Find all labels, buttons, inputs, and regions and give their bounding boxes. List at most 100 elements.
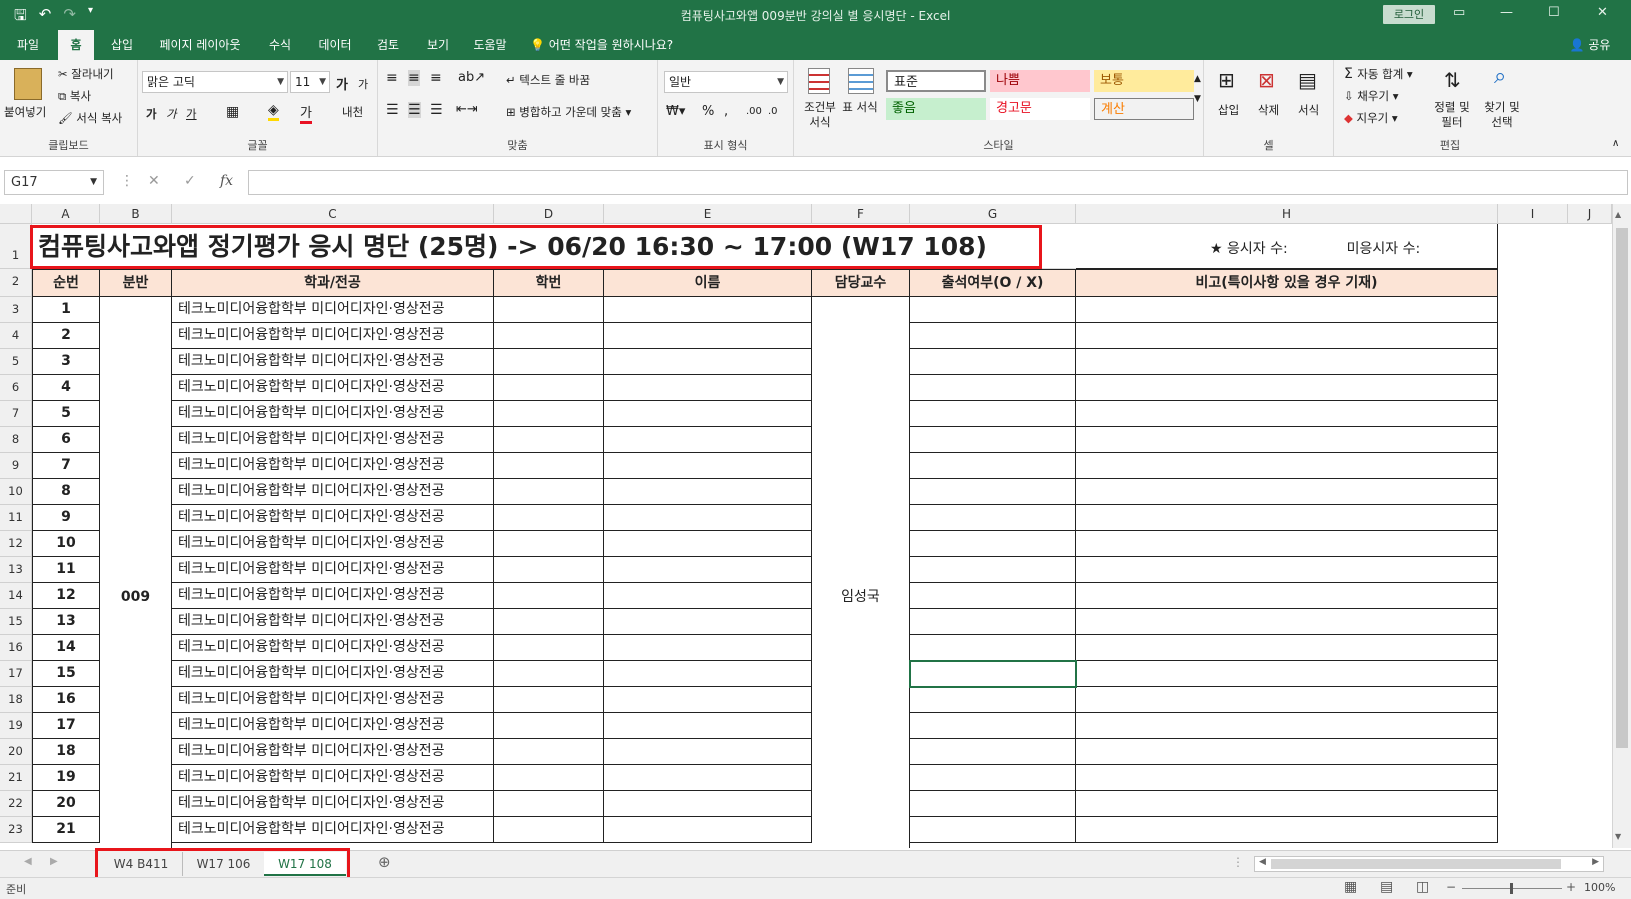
major-cell[interactable]: 테크노미디어융합학부 미디어디자인·영상전공 bbox=[172, 505, 494, 531]
seq-cell[interactable]: 15 bbox=[32, 661, 100, 687]
remarks-cell[interactable] bbox=[1076, 323, 1498, 349]
header-section[interactable]: 분반 bbox=[100, 269, 172, 297]
insert-cells-button[interactable]: 삽입 bbox=[1218, 102, 1239, 118]
seq-cell[interactable]: 2 bbox=[32, 323, 100, 349]
row-header[interactable]: 3 bbox=[0, 297, 32, 323]
zoom-level[interactable]: 100% bbox=[1584, 881, 1615, 894]
remarks-cell[interactable] bbox=[1076, 297, 1498, 323]
student-id-cell[interactable] bbox=[494, 479, 604, 505]
seq-cell[interactable]: 8 bbox=[32, 479, 100, 505]
header-name[interactable]: 이름 bbox=[604, 269, 812, 297]
name-cell[interactable] bbox=[604, 297, 812, 323]
row-header[interactable]: 16 bbox=[0, 635, 32, 661]
font-color-icon[interactable]: 가 bbox=[300, 102, 312, 124]
student-id-cell[interactable] bbox=[494, 375, 604, 401]
seq-cell[interactable]: 14 bbox=[32, 635, 100, 661]
column-header-a[interactable]: A bbox=[32, 204, 100, 224]
remarks-cell[interactable] bbox=[1076, 427, 1498, 453]
name-cell[interactable] bbox=[604, 349, 812, 375]
major-cell[interactable]: 테크노미디어융합학부 미디어디자인·영상전공 bbox=[172, 453, 494, 479]
remarks-cell[interactable] bbox=[1076, 505, 1498, 531]
remarks-cell[interactable] bbox=[1076, 375, 1498, 401]
select-all-corner[interactable] bbox=[0, 204, 32, 224]
delete-cells-icon[interactable]: ⊠ bbox=[1258, 68, 1275, 92]
login-button[interactable]: 로그인 bbox=[1383, 5, 1435, 24]
student-id-cell[interactable] bbox=[494, 687, 604, 713]
name-cell[interactable] bbox=[604, 635, 812, 661]
major-cell[interactable]: 테크노미디어융합학부 미디어디자인·영상전공 bbox=[172, 323, 494, 349]
row-header[interactable]: 12 bbox=[0, 531, 32, 557]
align-bottom-icon[interactable]: ≡ bbox=[430, 70, 442, 86]
attendance-cell[interactable] bbox=[910, 505, 1076, 531]
split-handle-icon[interactable]: ⋮ bbox=[1232, 855, 1244, 869]
attendance-cell[interactable] bbox=[910, 557, 1076, 583]
hscroll-thumb[interactable] bbox=[1271, 859, 1561, 869]
format-cells-icon[interactable]: ▤ bbox=[1298, 68, 1317, 92]
attendance-cell[interactable] bbox=[910, 609, 1076, 635]
attendance-cell[interactable] bbox=[910, 817, 1076, 843]
header-student-id[interactable]: 학번 bbox=[494, 269, 604, 297]
student-id-cell[interactable] bbox=[494, 817, 604, 843]
style-warning[interactable]: 경고문 bbox=[990, 98, 1090, 120]
enter-icon[interactable]: ✓ bbox=[184, 173, 196, 189]
header-seq[interactable]: 순번 bbox=[32, 269, 100, 297]
decrease-font-icon[interactable]: 가 bbox=[358, 76, 368, 92]
scrollbar-thumb[interactable] bbox=[1616, 228, 1628, 748]
currency-icon[interactable]: ₩▾ bbox=[666, 104, 685, 119]
student-id-cell[interactable] bbox=[494, 791, 604, 817]
tab-formulas[interactable]: 수식 bbox=[260, 30, 300, 60]
row-header[interactable]: 1 bbox=[0, 224, 32, 269]
name-box[interactable]: G17 ▼ bbox=[4, 170, 104, 195]
row-header[interactable]: 7 bbox=[0, 401, 32, 427]
normal-view-icon[interactable]: ▦ bbox=[1344, 879, 1357, 895]
remarks-cell[interactable] bbox=[1076, 817, 1498, 843]
remarks-cell[interactable] bbox=[1076, 635, 1498, 661]
tell-me-search[interactable]: 💡 어떤 작업을 원하시나요? bbox=[530, 30, 720, 60]
name-cell[interactable] bbox=[604, 765, 812, 791]
attendance-cell[interactable] bbox=[910, 479, 1076, 505]
seq-cell[interactable]: 9 bbox=[32, 505, 100, 531]
indent-icon[interactable]: ⇤⇥ bbox=[456, 102, 478, 117]
student-id-cell[interactable] bbox=[494, 739, 604, 765]
attendance-cell[interactable] bbox=[910, 583, 1076, 609]
attendance-cell[interactable] bbox=[910, 401, 1076, 427]
attendance-cell[interactable] bbox=[910, 765, 1076, 791]
close-icon[interactable]: ✕ bbox=[1597, 5, 1608, 20]
attendance-cell[interactable] bbox=[910, 375, 1076, 401]
column-header-b[interactable]: B bbox=[100, 204, 172, 224]
remarks-cell[interactable] bbox=[1076, 557, 1498, 583]
attendance-cell[interactable] bbox=[910, 323, 1076, 349]
align-middle-icon[interactable]: ≡ bbox=[408, 70, 420, 86]
cut-button[interactable]: ✂ 잘라내기 bbox=[58, 66, 114, 82]
border-icon[interactable]: ▦ bbox=[226, 104, 239, 120]
tab-insert[interactable]: 삽입 bbox=[100, 30, 144, 60]
attendance-cell[interactable] bbox=[910, 687, 1076, 713]
align-center-icon[interactable]: ☰ bbox=[408, 102, 421, 118]
italic-icon[interactable]: 가 bbox=[166, 106, 177, 122]
align-left-icon[interactable]: ☰ bbox=[386, 102, 399, 118]
row-header[interactable]: 11 bbox=[0, 505, 32, 531]
number-format-select[interactable]: 일반 ▼ bbox=[664, 71, 788, 93]
copy-button[interactable]: ⧉ 복사 bbox=[58, 88, 91, 104]
remarks-cell[interactable] bbox=[1076, 609, 1498, 635]
remarks-cell[interactable] bbox=[1076, 531, 1498, 557]
attendance-cell[interactable] bbox=[910, 297, 1076, 323]
bold-icon[interactable]: 가 bbox=[146, 106, 157, 122]
style-scroll-down-icon[interactable]: ▼ bbox=[1194, 94, 1201, 104]
name-cell[interactable] bbox=[604, 713, 812, 739]
align-top-icon[interactable]: ≡ bbox=[386, 70, 398, 86]
student-id-cell[interactable] bbox=[494, 427, 604, 453]
underline-icon[interactable]: 가 bbox=[186, 106, 197, 122]
column-header-e[interactable]: E bbox=[604, 204, 812, 224]
delete-cells-button[interactable]: 삭제 bbox=[1258, 102, 1279, 118]
name-cell[interactable] bbox=[604, 817, 812, 843]
merge-center-button[interactable]: ⊞ 병합하고 가운데 맞춤 ▾ bbox=[506, 104, 631, 120]
attendance-cell[interactable] bbox=[910, 453, 1076, 479]
percent-icon[interactable]: % bbox=[702, 104, 714, 119]
attendance-cell[interactable] bbox=[910, 661, 1076, 687]
paste-icon[interactable] bbox=[14, 68, 42, 100]
increase-font-icon[interactable]: 가 bbox=[336, 74, 348, 93]
attendance-cell[interactable] bbox=[910, 349, 1076, 375]
major-cell[interactable]: 테크노미디어융합학부 미디어디자인·영상전공 bbox=[172, 349, 494, 375]
student-id-cell[interactable] bbox=[494, 661, 604, 687]
